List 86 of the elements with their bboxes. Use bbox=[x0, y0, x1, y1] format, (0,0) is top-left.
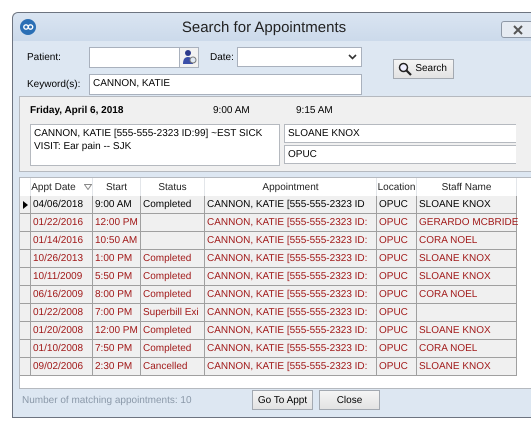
sort-icon bbox=[84, 184, 92, 190]
keyword-field[interactable]: CANNON, KATIE bbox=[89, 74, 362, 94]
table-cell: OPUC bbox=[377, 304, 417, 322]
table-cell: Superbill Exi bbox=[141, 304, 205, 322]
table-cell: OPUC bbox=[377, 214, 417, 232]
table-cell: CANNON, KATIE [555-555-2323 ID: bbox=[205, 250, 377, 268]
window-title: Search for Appointments bbox=[180, 18, 348, 36]
table-cell: CORA NOEL bbox=[417, 286, 517, 304]
table-cell: Completed bbox=[141, 250, 205, 268]
close-icon bbox=[512, 24, 524, 34]
end-time: 9:15 AM bbox=[296, 104, 333, 116]
table-cell: OPUC bbox=[377, 268, 417, 286]
table-cell: GERARDO MCBRIDE bbox=[417, 214, 517, 232]
close-button[interactable] bbox=[501, 21, 531, 38]
table-cell: CORA NOEL bbox=[417, 232, 517, 250]
table-cell: 1:00 PM bbox=[93, 250, 141, 268]
table-cell: SLOANE KNOX bbox=[417, 358, 517, 376]
row-header[interactable] bbox=[20, 196, 31, 214]
table-cell: OPUC bbox=[377, 358, 417, 376]
table-cell: CANNON, KATIE [555-555-2323 ID: bbox=[205, 268, 377, 286]
table-cell: 12:00 PM bbox=[93, 322, 141, 340]
table-cell: OPUC bbox=[377, 340, 417, 358]
table-cell: 09/02/2006 bbox=[31, 358, 93, 376]
table-cell: 06/16/2009 bbox=[31, 286, 93, 304]
appointment-description: CANNON, KATIE [555-555-2323 ID:99] ~EST SICK VISIT: Ear pain -- SJK bbox=[30, 124, 280, 166]
patient-label: Patient: bbox=[27, 52, 62, 62]
table-cell: OPUC bbox=[377, 250, 417, 268]
table-cell: CANNON, KATIE [555-555-2323 ID: bbox=[205, 358, 377, 376]
table-cell: 01/22/2016 bbox=[31, 214, 93, 232]
staff-box: SLOANE KNOX bbox=[284, 124, 516, 143]
table-cell: 7:50 PM bbox=[93, 340, 141, 358]
dialog-button[interactable]: Go To Appt bbox=[252, 390, 313, 410]
app-logo-icon bbox=[20, 19, 36, 35]
table-cell: 10/11/2009 bbox=[31, 268, 93, 286]
patient-lookup-button[interactable] bbox=[179, 46, 199, 68]
table-cell: Completed bbox=[141, 340, 205, 358]
table-cell: OPUC bbox=[377, 196, 417, 214]
table-cell: CANNON, KATIE [555-555-2323 ID bbox=[205, 196, 377, 214]
table-cell: CANNON, KATIE [555-555-2323 ID: bbox=[205, 340, 377, 358]
dialog-button[interactable]: Close bbox=[319, 390, 380, 410]
table-cell: CANNON, KATIE [555-555-2323 ID: bbox=[205, 214, 377, 232]
table-cell: Completed bbox=[141, 322, 205, 340]
table-cell: 01/22/2008 bbox=[31, 304, 93, 322]
table-cell: 01/10/2008 bbox=[31, 340, 93, 358]
keyword-label: Keyword(s): bbox=[27, 78, 82, 90]
date-dropdown[interactable] bbox=[237, 47, 362, 67]
table-cell: SLOANE KNOX bbox=[417, 196, 517, 214]
table-cell: OPUC bbox=[377, 322, 417, 340]
table-cell: 01/20/2008 bbox=[31, 322, 93, 340]
table-cell: 12:00 PM bbox=[93, 214, 141, 232]
location-box: OPUC bbox=[284, 145, 516, 164]
column-header[interactable]: Location bbox=[377, 178, 417, 196]
chevron-down-icon bbox=[348, 54, 357, 60]
table-cell: SLOANE KNOX bbox=[417, 322, 517, 340]
person-search-icon bbox=[182, 49, 196, 65]
appointment-date: Friday, April 6, 2018 bbox=[30, 104, 124, 116]
table-cell: 01/14/2016 bbox=[31, 232, 93, 250]
table-cell: OPUC bbox=[377, 232, 417, 250]
patient-field[interactable] bbox=[89, 46, 179, 68]
table-cell: 5:50 PM bbox=[93, 268, 141, 286]
table-cell: Completed bbox=[141, 196, 205, 214]
table-cell: 10/26/2013 bbox=[31, 250, 93, 268]
table-cell: CANNON, KATIE [555-555-2323 ID: bbox=[205, 232, 377, 250]
table-cell: Completed bbox=[141, 268, 205, 286]
table-cell: 9:00 AM bbox=[93, 196, 141, 214]
table-cell: Cancelled bbox=[141, 358, 205, 376]
search-icon bbox=[398, 62, 412, 76]
table-cell: CANNON, KATIE [555-555-2323 ID: bbox=[205, 286, 377, 304]
date-label: Date: bbox=[209, 52, 235, 62]
table-cell: 04/06/2018 bbox=[31, 196, 93, 214]
table-cell: CORA NOEL bbox=[417, 340, 517, 358]
table-cell: 2:30 PM bbox=[93, 358, 141, 376]
table-cell: OPUC bbox=[377, 286, 417, 304]
table-cell: CANNON, KATIE [555-555-2323 ID: bbox=[205, 322, 377, 340]
table-cell: 10:50 AM bbox=[93, 232, 141, 250]
start-time: 9:00 AM bbox=[213, 104, 251, 116]
search-button[interactable]: Search bbox=[393, 58, 454, 78]
table-cell: SLOANE KNOX bbox=[417, 268, 517, 286]
table-cell: Completed bbox=[141, 286, 205, 304]
table-cell: SLOANE KNOX bbox=[417, 250, 517, 268]
table-cell: CANNON, KATIE [555-555-2323 ID: bbox=[205, 304, 377, 322]
current-row-icon bbox=[22, 200, 28, 208]
match-count: Number of matching appointments: 10 bbox=[21, 394, 193, 406]
table-cell: 7:00 PM bbox=[93, 304, 141, 322]
column-header[interactable]: Appt Date bbox=[31, 178, 93, 196]
table-cell: 8:00 PM bbox=[93, 286, 141, 304]
